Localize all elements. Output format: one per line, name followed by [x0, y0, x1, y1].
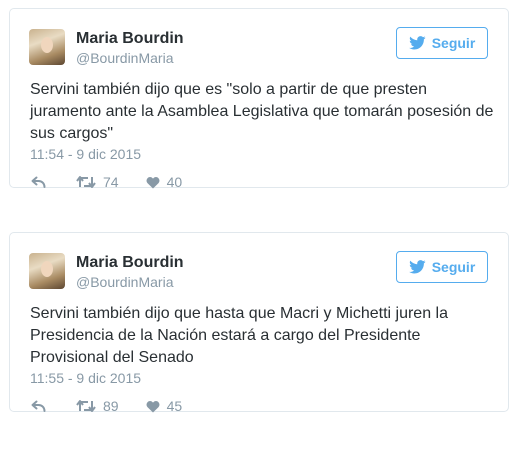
author-handle[interactable]: @BourdinMaria [76, 50, 173, 66]
twitter-bird-icon [408, 260, 426, 274]
tweet-actions: 89 45 [30, 396, 182, 416]
author-name[interactable]: Maria Bourdin [76, 30, 184, 48]
tweet-card: Maria Bourdin @BourdinMaria Seguir Servi… [9, 8, 509, 190]
retweet-icon [76, 176, 96, 188]
retweet-icon [76, 400, 96, 412]
avatar[interactable] [29, 29, 65, 65]
like-count: 45 [166, 398, 183, 414]
reply-button[interactable] [30, 176, 50, 188]
follow-button[interactable]: Seguir [396, 27, 488, 59]
retweet-button[interactable]: 74 [76, 174, 119, 190]
author-name[interactable]: Maria Bourdin [76, 254, 184, 272]
tweet-actions: 74 40 [30, 172, 182, 192]
retweet-button[interactable]: 89 [76, 398, 119, 414]
twitter-bird-icon [408, 36, 426, 50]
avatar[interactable] [29, 253, 65, 289]
follow-button[interactable]: Seguir [396, 251, 488, 283]
like-count: 40 [166, 174, 183, 190]
heart-icon [146, 400, 160, 412]
tweet-card: Maria Bourdin @BourdinMaria Seguir Servi… [9, 232, 509, 414]
tweet-timestamp[interactable]: 11:55 - 9 dic 2015 [30, 370, 141, 386]
like-button[interactable]: 40 [146, 174, 183, 190]
tweet-text: Servini también dijo que es "solo a part… [30, 81, 494, 142]
reply-icon [31, 400, 46, 412]
follow-label: Seguir [431, 259, 476, 275]
retweet-count: 74 [103, 174, 119, 190]
retweet-count: 89 [103, 398, 119, 414]
reply-icon [31, 176, 46, 188]
like-button[interactable]: 45 [146, 398, 183, 414]
follow-label: Seguir [431, 35, 476, 51]
tweet-text: Servini también dijo que hasta que Macri… [30, 305, 448, 366]
reply-button[interactable] [30, 400, 50, 412]
heart-icon [146, 176, 160, 188]
author-handle[interactable]: @BourdinMaria [76, 274, 173, 290]
tweet-timestamp[interactable]: 11:54 - 9 dic 2015 [30, 146, 141, 162]
